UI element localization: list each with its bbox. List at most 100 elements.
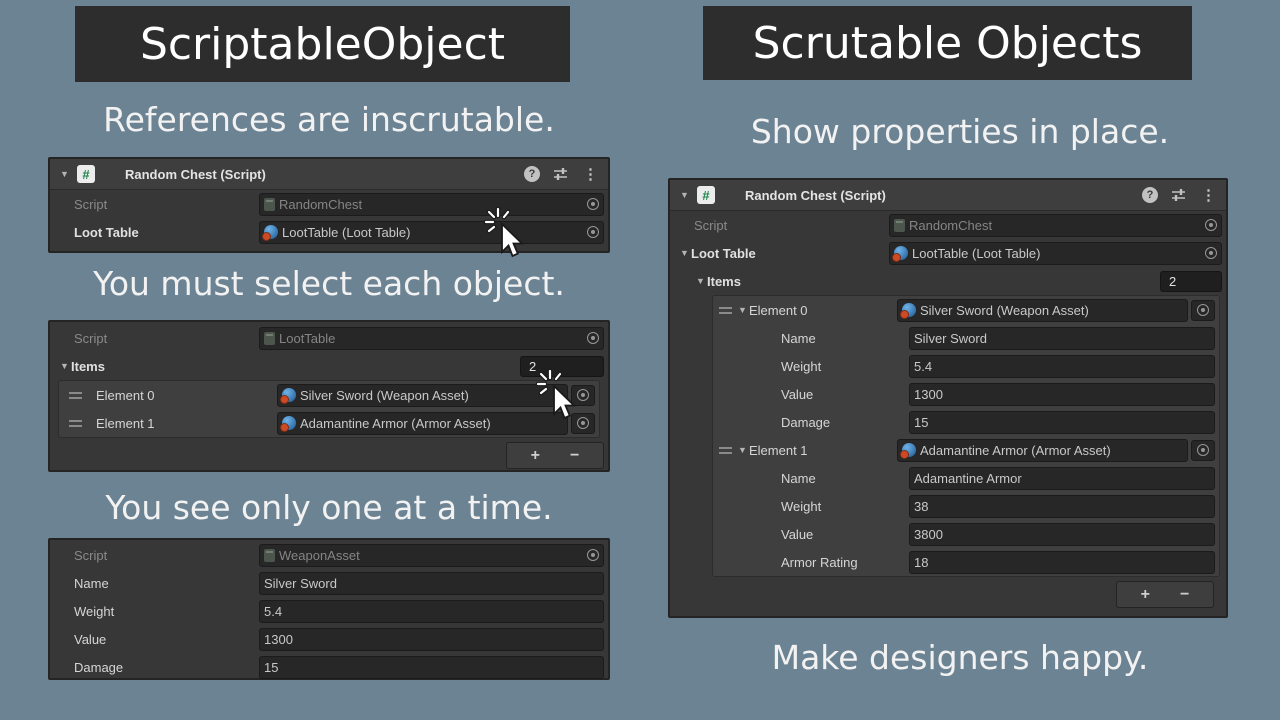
value-label: Value [781,526,814,542]
foldout-icon[interactable]: ▼ [58,169,71,179]
damage-input[interactable]: 15 [259,655,604,679]
inspector-scrutable: ▼ # Random Chest (Script) ? ⋮ Script Ran… [668,178,1228,618]
component-header[interactable]: ▼ # Random Chest (Script) ? ⋮ [670,180,1226,211]
loot-table-object-field[interactable]: LootTable (Loot Table) [889,241,1222,265]
scriptable-object-icon [900,443,916,459]
object-picker-icon[interactable] [1205,247,1217,259]
drag-handle-icon[interactable] [719,306,732,314]
left-title: ScriptableObject [75,6,570,82]
armor-rating-input[interactable]: 18 [909,550,1215,574]
element-label: Element 0 [96,387,155,403]
loot-table-label: Loot Table [74,224,139,240]
element-object-field[interactable]: Silver Sword (Weapon Asset) [897,298,1188,322]
right-caption-top: Show properties in place. [750,112,1170,151]
name-input[interactable]: Silver Sword [909,326,1215,350]
kebab-menu-icon[interactable]: ⋮ [1199,186,1218,204]
items-list: ▼ Element 0 Silver Sword (Weapon Asset) … [712,295,1220,577]
weight-input[interactable]: 5.4 [259,599,604,623]
script-object-field[interactable]: LootTable [259,326,604,350]
object-picker-icon[interactable] [1197,304,1209,316]
mouse-cursor-click-icon [536,368,577,420]
object-picker-icon[interactable] [587,198,599,210]
script-label: Script [74,330,108,346]
left-caption-bottom: You see only one at a time. [105,488,553,527]
property-row-weight: Weight 38 [713,492,1219,520]
component-header[interactable]: ▼ # Random Chest (Script) ? ⋮ [50,159,608,190]
component-title: Random Chest (Script) [125,166,266,182]
property-row-value: Value 1300 [713,380,1219,408]
scriptable-object-icon [262,225,278,241]
list-item-element0[interactable]: Element 0 Silver Sword (Weapon Asset) [59,381,599,409]
weight-label: Weight [781,498,822,514]
list-footer: + − [506,442,604,469]
property-row-name: Name Silver Sword [713,324,1219,352]
value-label: Value [781,386,814,402]
drag-handle-icon[interactable] [719,446,732,454]
add-element-button[interactable]: + [531,447,540,464]
weight-input[interactable]: 38 [909,494,1215,518]
object-picker[interactable] [1191,439,1215,461]
armor-rating-label: Armor Rating [781,554,858,570]
add-element-button[interactable]: + [1141,586,1150,603]
property-row-script: Script WeaponAsset [50,541,608,569]
script-object-field[interactable]: RandomChest [889,213,1222,237]
value-label: Value [74,631,107,647]
foldout-icon[interactable]: ▼ [58,361,71,371]
loot-table-label: Loot Table [691,245,756,261]
items-count-field[interactable]: 2 [1160,270,1222,292]
object-picker-icon[interactable] [1197,444,1209,456]
property-row-damage: Damage 15 [50,653,608,681]
loot-table-object-field[interactable]: LootTable (Loot Table) [259,220,604,244]
element-object-field[interactable]: Adamantine Armor (Armor Asset) [897,438,1188,462]
list-item-element1[interactable]: ▼ Element 1 Adamantine Armor (Armor Asse… [713,436,1219,464]
foldout-icon[interactable]: ▼ [678,248,691,258]
presets-icon[interactable] [553,167,568,181]
remove-element-button[interactable]: − [570,447,579,464]
property-row-loot-table: ▼ Loot Table LootTable (Loot Table) [670,239,1226,267]
list-item-element1[interactable]: Element 1 Adamantine Armor (Armor Asset) [59,409,599,437]
items-label: Items [707,273,741,289]
foldout-icon[interactable]: ▼ [736,445,749,455]
remove-element-button[interactable]: − [1180,586,1189,603]
property-row-value: Value 3800 [713,520,1219,548]
object-picker-icon[interactable] [1205,219,1217,231]
items-label: Items [71,358,105,374]
value-input[interactable]: 1300 [909,382,1215,406]
scriptable-object-icon [900,303,916,319]
component-title: Random Chest (Script) [745,187,886,203]
script-object-field[interactable]: WeaponAsset [259,543,604,567]
name-input[interactable]: Silver Sword [259,571,604,595]
object-picker-icon[interactable] [587,332,599,344]
foldout-icon[interactable]: ▼ [694,276,707,286]
drag-handle-icon[interactable] [69,419,82,427]
damage-input[interactable]: 15 [909,410,1215,434]
script-asset-icon [264,331,275,345]
object-picker[interactable] [1191,299,1215,321]
left-caption-top: References are inscrutable. [103,100,555,139]
damage-label: Damage [74,659,124,675]
script-asset-icon [264,197,275,211]
object-picker-icon[interactable] [587,226,599,238]
property-row-weight: Weight 5.4 [50,597,608,625]
foldout-icon[interactable]: ▼ [736,305,749,315]
element-label: Element 0 [749,302,808,318]
property-row-value: Value 1300 [50,625,608,653]
drag-handle-icon[interactable] [69,391,82,399]
list-item-element0[interactable]: ▼ Element 0 Silver Sword (Weapon Asset) [713,296,1219,324]
list-footer: + − [1116,581,1214,608]
element-object-field[interactable]: Silver Sword (Weapon Asset) [277,383,568,407]
help-icon[interactable]: ? [1142,187,1158,203]
property-row-damage: Damage 15 [713,408,1219,436]
value-input[interactable]: 3800 [909,522,1215,546]
kebab-menu-icon[interactable]: ⋮ [581,165,600,183]
presets-icon[interactable] [1171,188,1186,202]
object-picker-icon[interactable] [587,549,599,561]
script-object-field[interactable]: RandomChest [259,192,604,216]
name-input[interactable]: Adamantine Armor [909,466,1215,490]
weight-input[interactable]: 5.4 [909,354,1215,378]
value-input[interactable]: 1300 [259,627,604,651]
foldout-icon[interactable]: ▼ [678,190,691,200]
help-icon[interactable]: ? [524,166,540,182]
property-row-script: Script LootTable [50,324,608,352]
element-object-field[interactable]: Adamantine Armor (Armor Asset) [277,411,568,435]
